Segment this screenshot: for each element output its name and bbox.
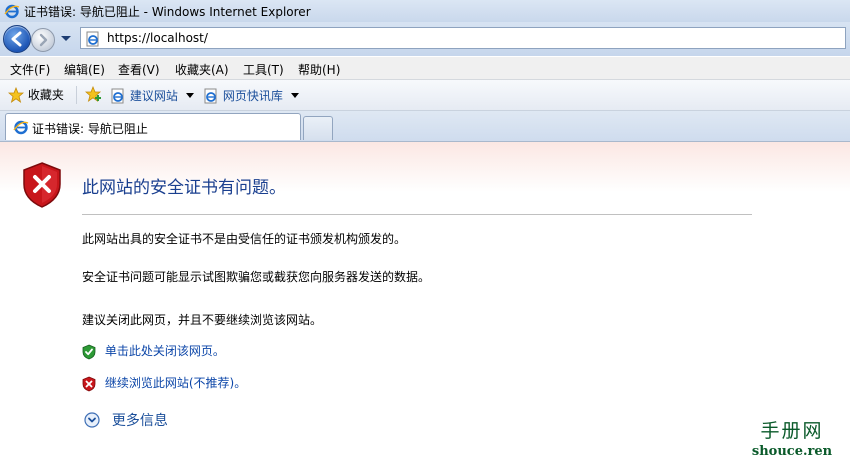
- more-info-toggle[interactable]: 更多信息: [84, 410, 168, 430]
- tab-certificate-error[interactable]: 证书错误: 导航已阻止: [5, 113, 301, 140]
- ie-page-icon: [85, 31, 101, 50]
- ie-page-icon: [204, 88, 217, 103]
- history-dropdown[interactable]: [58, 30, 74, 46]
- url-text[interactable]: https://localhost/: [107, 31, 208, 45]
- error-page: 此网站的安全证书有问题。 此网站出具的安全证书不是由受信任的证书颁发机构颁发的。…: [0, 142, 850, 468]
- menu-tools[interactable]: 工具(T): [243, 61, 284, 78]
- error-title: 此网站的安全证书有问题。: [82, 178, 286, 198]
- error-recommendation: 建议关闭此网页，并且不要继续浏览该网站。: [82, 313, 323, 327]
- menu-help[interactable]: 帮助(H): [298, 61, 340, 78]
- favorites-bar: 收藏夹 建议网站 网页快讯库: [0, 80, 850, 111]
- watermark-line1: 手册网: [760, 420, 824, 442]
- ie-page-icon: [111, 88, 124, 103]
- expand-circle-icon: [84, 412, 100, 428]
- star-add-icon: [84, 85, 102, 102]
- shield-error-icon: [82, 376, 96, 391]
- error-warning: 安全证书问题可能显示试图欺骗您或截获您向服务器发送的数据。: [82, 270, 431, 284]
- tab-bar: 证书错误: 导航已阻止: [0, 111, 850, 142]
- arrow-left-icon: [11, 31, 22, 47]
- web-slice-gallery-label: 网页快讯库: [222, 89, 283, 103]
- ie-icon: [13, 119, 29, 138]
- error-description: 此网站出具的安全证书不是由受信任的证书颁发机构颁发的。: [82, 232, 407, 246]
- arrow-right-icon: [39, 33, 48, 47]
- suggested-sites-link[interactable]: 建议网站: [110, 87, 194, 104]
- chevron-down-icon: [185, 93, 194, 98]
- new-tab-button[interactable]: [303, 116, 333, 140]
- favorites-button[interactable]: 收藏夹: [7, 86, 64, 103]
- menu-edit[interactable]: 编辑(E): [64, 61, 105, 78]
- star-icon: [7, 86, 25, 103]
- navigation-bar: https://localhost/: [0, 22, 850, 56]
- back-button[interactable]: [3, 25, 31, 53]
- continue-action[interactable]: 继续浏览此网站(不推荐)。: [82, 374, 246, 392]
- tab-label: 证书错误: 导航已阻止: [32, 122, 148, 136]
- add-to-favorites-button[interactable]: [84, 85, 103, 102]
- web-slice-gallery-link[interactable]: 网页快讯库: [203, 87, 299, 104]
- favorites-label: 收藏夹: [27, 88, 64, 102]
- shield-ok-icon: [82, 344, 96, 359]
- close-page-action[interactable]: 单击此处关闭该网页。: [82, 342, 225, 360]
- menu-file[interactable]: 文件(F): [10, 61, 50, 78]
- watermark-line2: shouce.ren: [751, 444, 833, 459]
- toolbar-separator: [76, 86, 77, 104]
- chevron-down-icon: [290, 93, 299, 98]
- window-title: 证书错误: 导航已阻止 - Windows Internet Explorer: [24, 5, 311, 19]
- chevron-down-icon: [61, 36, 71, 41]
- more-info-label: 更多信息: [111, 413, 168, 429]
- shield-error-icon: [22, 162, 62, 211]
- divider: [82, 214, 752, 215]
- menu-view[interactable]: 查看(V): [118, 61, 160, 78]
- suggested-sites-label: 建议网站: [129, 89, 178, 103]
- watermark: 手册网 shouce.ren: [736, 420, 848, 466]
- continue-link[interactable]: 继续浏览此网站(不推荐)。: [105, 376, 246, 390]
- close-page-link[interactable]: 单击此处关闭该网页。: [105, 344, 225, 358]
- address-bar[interactable]: https://localhost/: [80, 27, 846, 49]
- title-bar: 证书错误: 导航已阻止 - Windows Internet Explorer: [0, 0, 850, 22]
- menu-bar: 文件(F) 编辑(E) 查看(V) 收藏夹(A) 工具(T) 帮助(H): [0, 57, 850, 80]
- menu-favorites[interactable]: 收藏夹(A): [175, 61, 229, 78]
- ie-icon: [4, 3, 20, 22]
- forward-button[interactable]: [31, 28, 55, 52]
